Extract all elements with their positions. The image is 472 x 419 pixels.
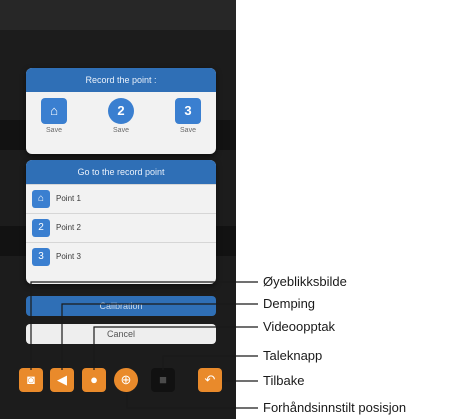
mute-leader (61, 303, 258, 370)
preset-leader (126, 394, 258, 409)
video-leader (93, 326, 258, 370)
back-callout: Tilbake (263, 373, 305, 388)
talk-leader (162, 355, 258, 370)
snapshot-leader (30, 281, 258, 370)
preset-callout: Forhåndsinnstilt posisjon (263, 400, 407, 415)
snapshot-callout: Øyeblikksbilde (263, 274, 347, 289)
mute-callout: Demping (263, 296, 316, 311)
talk-callout: Taleknapp (263, 348, 323, 363)
video-callout: Videoopptak (263, 319, 336, 334)
callout-lines (30, 281, 258, 409)
